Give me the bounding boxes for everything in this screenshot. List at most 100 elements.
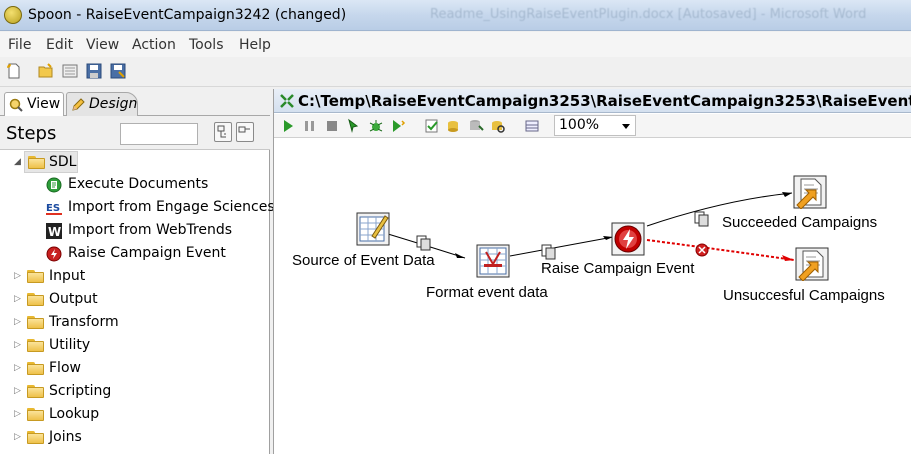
zoom-select[interactable]: 100% — [554, 115, 636, 136]
new-file-icon[interactable] — [6, 63, 22, 79]
steps-panel: View Design Steps SDL ◢ Execute Document… — [0, 89, 275, 454]
folder-icon — [27, 362, 45, 376]
error-hop-raise-to-unsuccessful[interactable] — [646, 239, 795, 261]
impact-icon[interactable] — [446, 118, 462, 134]
collapsed-chevron-icon: ▷ — [14, 409, 21, 419]
tree-folder-output[interactable]: ▷ Output — [14, 289, 234, 311]
tree-item-label: Execute Documents — [68, 176, 209, 192]
raise-event-step-icon[interactable] — [611, 222, 645, 256]
menu-action[interactable]: Action — [132, 37, 176, 53]
tree-folder-label: Joins — [49, 429, 82, 445]
preview-icon[interactable] — [346, 118, 362, 134]
format-step-icon[interactable] — [476, 244, 510, 278]
expand-all-icon — [217, 125, 226, 138]
collapsed-chevron-icon: ▷ — [14, 432, 21, 442]
unsuccessful-step-icon[interactable] — [795, 247, 829, 281]
spoon-app-icon — [4, 6, 22, 24]
debug-icon[interactable] — [368, 118, 384, 134]
collapse-all-button[interactable] — [236, 122, 254, 142]
tree-item-raise-campaign-event[interactable]: Raise Campaign Event — [46, 243, 266, 265]
source-step-icon[interactable] — [356, 212, 390, 246]
show-results-icon[interactable] — [524, 118, 540, 134]
hop-arrowhead — [455, 253, 465, 258]
transformation-tab[interactable]: C:\Temp\RaiseEventCampaign3253\RaiseEven… — [274, 89, 911, 113]
panel-tabs: View Design — [0, 89, 270, 116]
replay-icon[interactable] — [390, 118, 406, 134]
tab-design[interactable]: Design — [66, 92, 138, 116]
tree-item-label: Import from Engage Sciences — [68, 199, 275, 215]
run-icon[interactable] — [280, 118, 296, 134]
tree-folder-input[interactable]: ▷ Input — [14, 266, 234, 288]
tree-folder-label: Flow — [49, 360, 81, 376]
error-hop-arrowhead — [782, 255, 794, 261]
tree-folder-scripting[interactable]: ▷ Scripting — [14, 381, 234, 403]
menu-help[interactable]: Help — [239, 37, 271, 53]
tree-item-label: Raise Campaign Event — [68, 245, 226, 261]
steps-search-input[interactable] — [120, 123, 198, 145]
svg-text:W: W — [48, 225, 61, 239]
menu-file[interactable]: File — [8, 37, 31, 53]
collapsed-chevron-icon: ▷ — [14, 271, 21, 281]
background-window-title: Readme_UsingRaiseEventPlugin.docx [Autos… — [430, 7, 867, 22]
menu-view[interactable]: View — [86, 37, 119, 53]
explore-repository-icon[interactable] — [62, 63, 78, 79]
title-bar: Spoon - RaiseEventCampaign3242 (changed)… — [0, 0, 911, 31]
tree-folder-joins[interactable]: ▷ Joins — [14, 427, 234, 449]
open-folder-icon[interactable] — [38, 63, 54, 79]
expanded-chevron-icon[interactable]: ◢ — [14, 153, 24, 175]
raise-event-icon — [46, 246, 62, 262]
copy-rows-icon — [416, 235, 431, 251]
collapsed-chevron-icon: ▷ — [14, 386, 21, 396]
folder-icon — [27, 385, 45, 399]
source-step-label: Source of Event Data — [292, 252, 435, 269]
tree-item-import-webtrends[interactable]: W Import from WebTrends — [46, 220, 266, 242]
stop-icon[interactable] — [324, 118, 340, 134]
tree-folder-label: Scripting — [49, 383, 112, 399]
folder-icon — [28, 156, 46, 170]
zoom-value: 100% — [559, 117, 600, 133]
succeeded-step-label: Succeeded Campaigns — [722, 214, 878, 231]
menu-edit[interactable]: Edit — [46, 37, 73, 53]
main-toolbar — [0, 57, 911, 87]
expand-all-button[interactable] — [214, 122, 232, 142]
tab-view[interactable]: View — [4, 92, 64, 116]
tree-item-execute-documents[interactable]: Execute Documents — [46, 174, 266, 196]
collapsed-chevron-icon: ▷ — [14, 294, 21, 304]
tree-folder-sdl[interactable]: SDL — [24, 151, 78, 173]
save-icon[interactable] — [86, 63, 102, 79]
collapsed-chevron-icon: ▷ — [14, 340, 21, 350]
collapsed-chevron-icon: ▷ — [14, 363, 21, 373]
unsuccessful-step-label: Unsuccesful Campaigns — [723, 287, 885, 304]
tree-folder-transform[interactable]: ▷ Transform — [14, 312, 234, 334]
svg-text:ES: ES — [46, 203, 60, 214]
tree-folder-flow[interactable]: ▷ Flow — [14, 358, 234, 380]
succeeded-step-icon[interactable] — [793, 175, 827, 209]
view-tab-icon — [9, 98, 23, 112]
tree-item-import-engage-sciences[interactable]: ES Import from Engage Sciences — [46, 197, 275, 219]
tree-folder-lookup[interactable]: ▷ Lookup — [14, 404, 234, 426]
explore-db-icon[interactable] — [490, 118, 506, 134]
error-hop-icon — [695, 243, 709, 257]
transformation-icon — [280, 94, 294, 108]
sql-icon[interactable] — [468, 118, 484, 134]
pause-icon[interactable] — [302, 118, 318, 134]
execute-documents-icon — [46, 177, 62, 193]
menu-tools[interactable]: Tools — [189, 37, 224, 53]
tree-folder-label: Output — [49, 291, 98, 307]
save-as-icon[interactable] — [110, 63, 126, 79]
hop-format-to-raise[interactable] — [509, 236, 614, 257]
tree-folder-label: Lookup — [49, 406, 100, 422]
collapse-all-icon — [238, 126, 250, 133]
verify-icon[interactable] — [424, 118, 440, 134]
folder-icon — [27, 270, 45, 284]
dropdown-arrow-icon — [622, 124, 630, 129]
folder-icon — [27, 339, 45, 353]
tree-folder-label: SDL — [49, 154, 77, 170]
folder-icon — [27, 293, 45, 307]
tree-folder-utility[interactable]: ▷ Utility — [14, 335, 234, 357]
pencil-icon — [72, 98, 85, 111]
transformation-panel: C:\Temp\RaiseEventCampaign3253\RaiseEven… — [273, 89, 911, 454]
tab-design-label: Design — [89, 96, 138, 112]
folder-icon — [27, 316, 45, 330]
transformation-canvas[interactable]: Source of Event Data Format event data R… — [274, 138, 911, 454]
